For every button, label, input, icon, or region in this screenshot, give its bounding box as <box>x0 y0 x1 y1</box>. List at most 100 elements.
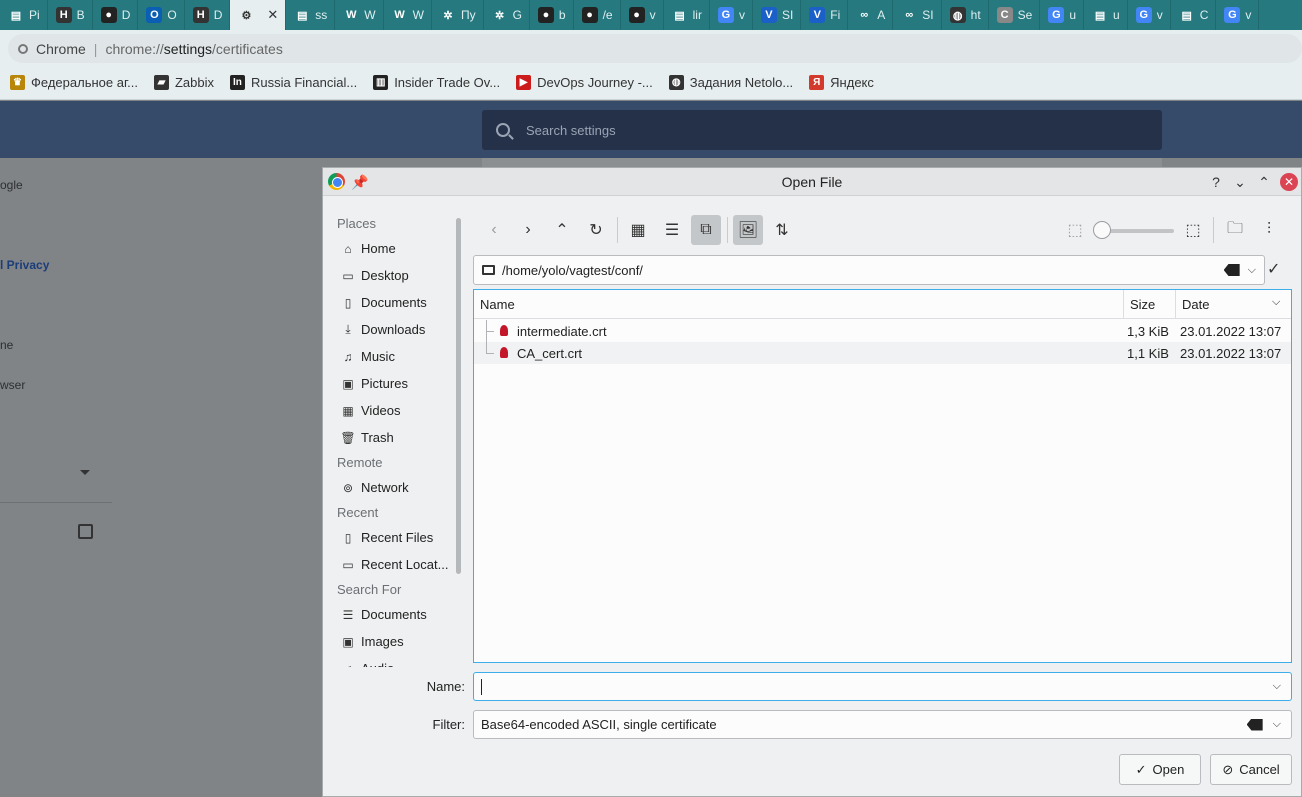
browser-tab[interactable]: ▤ u <box>1084 0 1128 30</box>
browser-tab[interactable]: Gv <box>710 0 753 30</box>
reload-icon[interactable]: ↻ <box>581 215 611 245</box>
zoom-slider[interactable] <box>1100 229 1174 233</box>
sidebar-item-default-browser[interactable]: wser <box>0 378 25 392</box>
tree-view-icon[interactable]: ⧉ <box>691 215 721 245</box>
places-item[interactable]: ▯ Documents <box>331 289 449 316</box>
places-scrollbar[interactable] <box>456 218 461 574</box>
browser-tab[interactable]: Gu <box>1040 0 1085 30</box>
bookmark-item[interactable]: ▥ Insider Trade Ov... <box>373 75 500 90</box>
bookmark-item[interactable]: ♛ Федеральное аг... <box>10 75 138 90</box>
places-item[interactable]: ♫ Music <box>331 343 449 370</box>
chevron-down-icon[interactable]: ⌵ <box>1248 264 1256 277</box>
browser-tab[interactable]: ● D <box>93 0 139 30</box>
column-separator[interactable] <box>1175 290 1176 319</box>
browser-tab[interactable]: Gv <box>1216 0 1260 30</box>
filename-input[interactable]: ⌵ <box>473 672 1292 701</box>
external-link-icon[interactable] <box>78 524 93 539</box>
chevron-down-icon[interactable]: ⌵ <box>1273 680 1281 693</box>
places-item[interactable]: ☰ Documents <box>331 601 449 628</box>
bookmark-item[interactable]: ▰ Zabbix <box>153 75 214 90</box>
places-item[interactable]: ⊚ Network <box>331 474 449 501</box>
sort-icon[interactable]: ⇅ <box>767 215 797 245</box>
browser-tab[interactable]: ▤ ss <box>286 0 336 30</box>
browser-tab[interactable]: ∞ A <box>848 0 894 30</box>
browser-tab[interactable]: HD <box>185 0 231 30</box>
settings-search-input[interactable]: Search settings <box>482 110 1162 150</box>
chevron-down-icon[interactable]: ⌵ <box>1273 718 1281 731</box>
browser-tab[interactable]: ● b <box>530 0 574 30</box>
zoom-out-icon[interactable]: ⬚ <box>1060 215 1090 245</box>
browser-tab[interactable]: V SI <box>753 0 802 30</box>
browser-tab[interactable]: V Fi <box>801 0 849 30</box>
places-item[interactable]: ▣ Images <box>331 628 449 655</box>
advanced-arrow-icon[interactable] <box>80 470 90 475</box>
clear-filter-icon[interactable] <box>1246 718 1263 731</box>
confirm-path-icon[interactable]: ✓ <box>1267 259 1280 279</box>
tab-settings-active[interactable]: ⚙ ✕ <box>230 0 287 30</box>
places-item[interactable]: ⌂ Home <box>331 235 449 262</box>
browser-tab[interactable]: ● /e <box>574 0 621 30</box>
new-folder-icon[interactable]: 🗀 <box>1220 215 1250 245</box>
places-item[interactable]: ▭ Recent Locat... <box>331 551 449 578</box>
browser-tab[interactable]: ▤ C <box>1171 0 1217 30</box>
places-item[interactable]: 🗑 Trash <box>331 424 449 451</box>
places-item[interactable]: ▭ Desktop <box>331 262 449 289</box>
column-size[interactable]: Size <box>1130 297 1155 312</box>
close-icon[interactable]: ✕ <box>1280 173 1298 191</box>
parent-folder-icon[interactable]: ⌃ <box>547 215 577 245</box>
address-bar[interactable]: Chrome | chrome://settings/certificates <box>8 34 1302 63</box>
bookmark-item[interactable]: ◍ Задания Netolo... <box>668 75 793 90</box>
browser-tab[interactable]: OO <box>138 0 185 30</box>
browser-tab[interactable]: ◍ ht <box>942 0 989 30</box>
column-date[interactable]: Date <box>1182 297 1209 312</box>
places-item[interactable]: ▦ Videos <box>331 397 449 424</box>
chevron-down-icon[interactable]: ⌵ <box>1272 296 1280 309</box>
browser-tab[interactable]: ▤ Pi <box>0 0 48 30</box>
file-row[interactable]: CA_cert.crt 1,1 KiB 23.01.2022 13:07 <box>474 342 1291 364</box>
path-text[interactable]: /home/yolo/vagtest/conf/ <box>502 263 1224 278</box>
places-item[interactable]: ▣ Pictures <box>331 370 449 397</box>
browser-tab[interactable]: WW <box>335 0 384 30</box>
help-icon[interactable]: ? <box>1207 173 1225 191</box>
bookmark-item[interactable]: Я Яндекс <box>809 75 874 90</box>
tab-close-icon[interactable]: ✕ <box>267 7 278 23</box>
dialog-titlebar[interactable]: 📌 Open File ? ⌄ ⌃ ✕ <box>323 168 1301 196</box>
browser-tab[interactable]: Gv <box>1128 0 1171 30</box>
clear-path-icon[interactable] <box>1223 264 1240 276</box>
browser-tab[interactable]: ✲ G <box>484 0 530 30</box>
bookmark-item[interactable]: ▶ DevOps Journey -... <box>516 75 653 90</box>
sidebar-item-google[interactable]: ogle <box>0 178 23 192</box>
places-item[interactable]: ♫ Audio <box>331 655 449 667</box>
browser-tab[interactable]: C Se <box>989 0 1041 30</box>
file-list[interactable]: Name Size Date ⌵ intermediate.crt 1,3 KiB… <box>473 289 1292 663</box>
file-row[interactable]: intermediate.crt 1,3 KiB 23.01.2022 13:07 <box>474 320 1291 342</box>
short-view-icon[interactable]: ▦ <box>623 215 653 245</box>
maximize-icon[interactable]: ⌃ <box>1255 173 1273 191</box>
browser-tab[interactable]: ✲ Пу <box>432 0 484 30</box>
sidebar-item-search-engine[interactable]: ne <box>0 338 13 352</box>
browser-tab[interactable]: ▤ lir <box>664 0 710 30</box>
cancel-button[interactable]: ⊘ Cancel <box>1210 754 1292 785</box>
zoom-in-icon[interactable]: ⬚ <box>1178 215 1208 245</box>
browser-tab[interactable]: HB <box>48 0 93 30</box>
browser-tab[interactable]: ● v <box>621 0 664 30</box>
path-field[interactable]: /home/yolo/vagtest/conf/ ⌵ <box>473 255 1265 285</box>
forward-icon[interactable]: › <box>513 215 543 245</box>
sidebar-item-privacy[interactable]: l Privacy <box>0 258 49 272</box>
back-icon[interactable]: ‹ <box>479 215 509 245</box>
filter-select[interactable]: Base64-encoded ASCII, single certificate… <box>473 710 1292 739</box>
browser-tab[interactable]: ∞ SI <box>893 0 942 30</box>
detailed-view-icon[interactable]: ☰ <box>657 215 687 245</box>
places-item[interactable]: ▯ Recent Files <box>331 524 449 551</box>
places-item[interactable]: ⤓ Downloads <box>331 316 449 343</box>
column-name[interactable]: Name <box>480 297 515 312</box>
column-separator[interactable] <box>1123 290 1124 319</box>
site-info-icon[interactable] <box>18 43 28 54</box>
minimize-icon[interactable]: ⌄ <box>1231 173 1249 191</box>
open-button[interactable]: ✓ Open <box>1119 754 1201 785</box>
zoom-slider-handle[interactable] <box>1093 221 1111 239</box>
bookmark-item[interactable]: In Russia Financial... <box>229 75 357 90</box>
browser-tab[interactable]: WW <box>384 0 432 30</box>
options-icon[interactable]: ⫶ <box>1254 215 1284 245</box>
preview-icon[interactable]: 🖼 <box>733 215 763 245</box>
